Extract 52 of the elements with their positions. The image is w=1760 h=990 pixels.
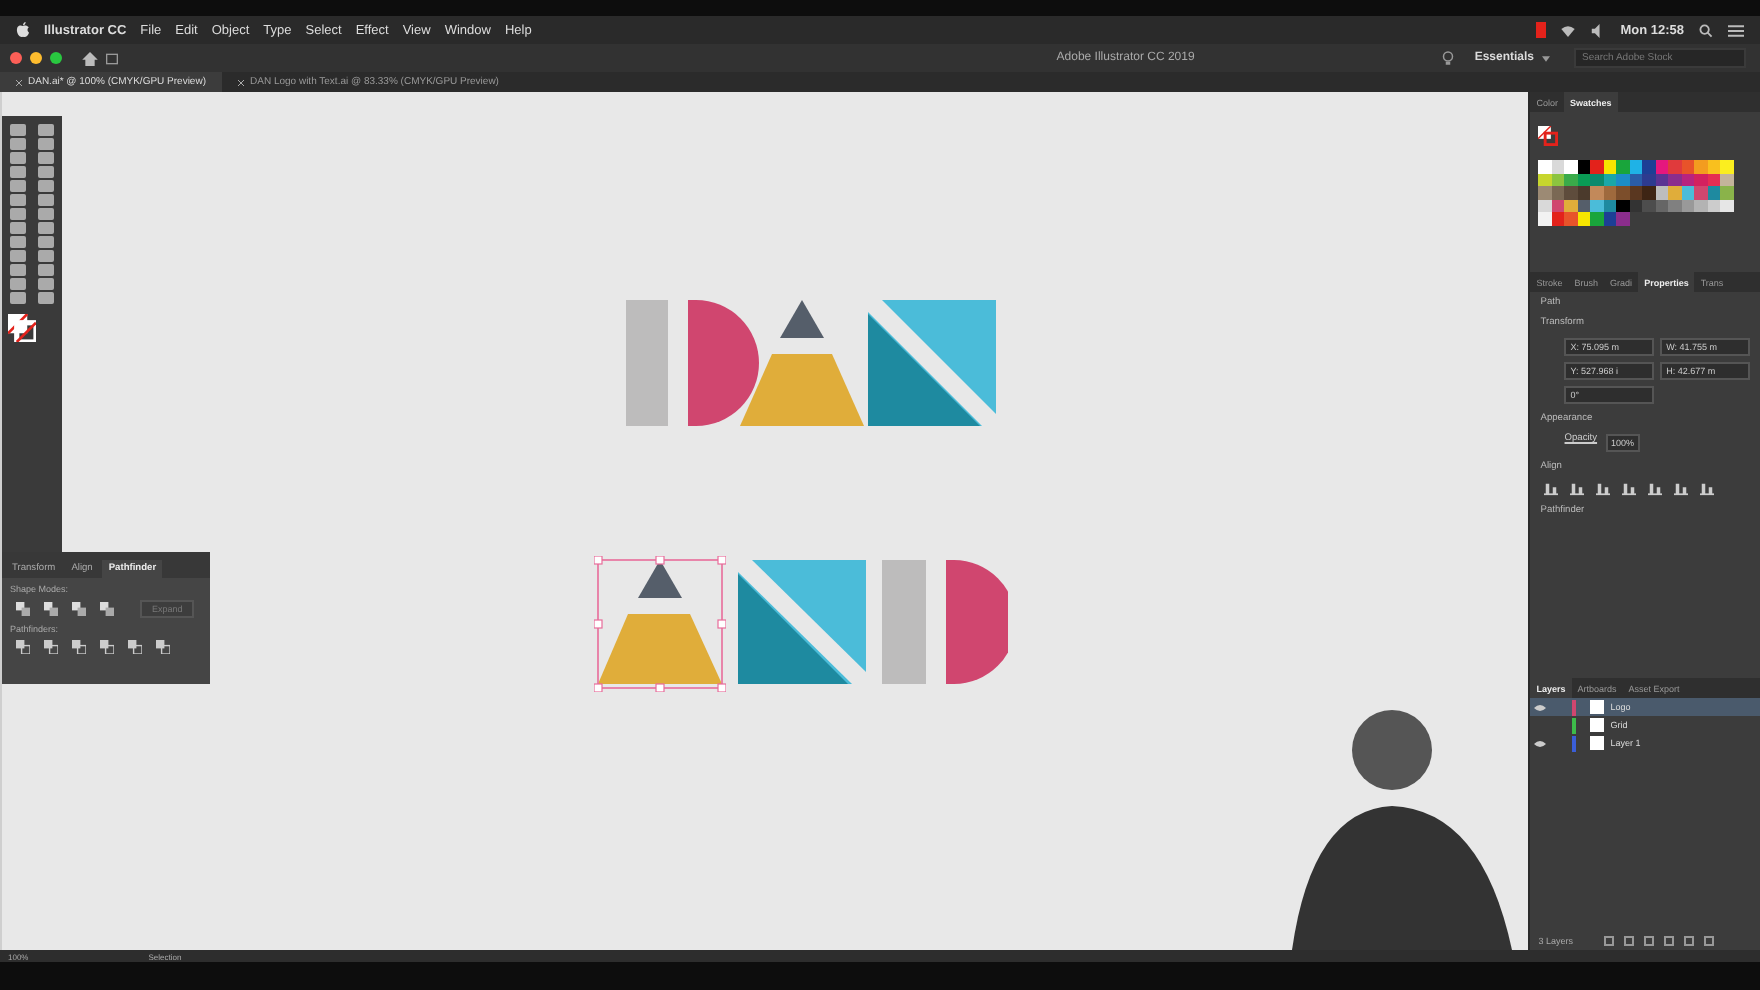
align-icon[interactable]	[1544, 482, 1559, 496]
color-swatch[interactable]	[1564, 186, 1578, 199]
pathfinder-icon[interactable]	[128, 640, 142, 654]
color-swatch[interactable]	[1590, 186, 1604, 199]
close-icon[interactable]	[238, 79, 244, 85]
pathfinder-icon[interactable]	[72, 640, 86, 654]
align-icon[interactable]	[1674, 482, 1689, 496]
eye-icon[interactable]	[1534, 703, 1547, 711]
pathfinder-icon[interactable]	[100, 640, 114, 654]
color-swatch[interactable]	[1668, 186, 1682, 199]
color-swatch[interactable]	[1616, 212, 1630, 225]
zoom-button[interactable]	[50, 52, 62, 64]
fill-stroke-icon[interactable]	[1538, 126, 1559, 146]
align-icon[interactable]	[1622, 482, 1637, 496]
wifi-icon[interactable]	[1560, 23, 1577, 37]
color-swatch[interactable]	[1616, 186, 1630, 199]
align-icon[interactable]	[1570, 482, 1585, 496]
color-swatch[interactable]	[1642, 186, 1656, 199]
align-icon[interactable]	[1596, 482, 1611, 496]
color-swatch[interactable]	[1642, 160, 1656, 173]
color-swatch[interactable]	[1564, 212, 1578, 225]
minimize-button[interactable]	[30, 52, 42, 64]
menu-icon[interactable]	[1728, 23, 1744, 37]
search-icon[interactable]	[1698, 23, 1714, 37]
color-swatch[interactable]	[1538, 212, 1552, 225]
color-swatch[interactable]	[1616, 160, 1630, 173]
align-icon[interactable]	[1648, 482, 1663, 496]
color-swatch[interactable]	[1538, 160, 1552, 173]
pathfinder-icon[interactable]	[16, 640, 30, 654]
layout-icon[interactable]	[106, 51, 122, 65]
color-swatch[interactable]	[1590, 212, 1604, 225]
color-swatch[interactable]	[1590, 160, 1604, 173]
color-swatch[interactable]	[1694, 186, 1708, 199]
lightbulb-icon[interactable]	[1442, 50, 1455, 66]
color-swatch[interactable]	[1668, 160, 1682, 173]
pathfinder-icon[interactable]	[156, 640, 170, 654]
color-swatch[interactable]	[1694, 160, 1708, 173]
color-swatch[interactable]	[1538, 186, 1552, 199]
align-icon[interactable]	[1700, 482, 1715, 496]
close-icon[interactable]	[16, 79, 22, 85]
color-swatch[interactable]	[1564, 160, 1578, 173]
caret-icon[interactable]	[1542, 55, 1550, 61]
close-button[interactable]	[10, 52, 22, 64]
eye-icon[interactable]	[1534, 739, 1547, 747]
color-swatch[interactable]	[1720, 160, 1734, 173]
record-icon[interactable]	[1536, 22, 1547, 38]
home-icon[interactable]	[82, 51, 98, 65]
apple-icon[interactable]	[16, 22, 30, 38]
pathfinder-icon[interactable]	[44, 640, 58, 654]
fill-stroke-icon[interactable]	[8, 314, 36, 342]
selection-bounding-box[interactable]	[594, 556, 726, 692]
color-swatch[interactable]	[1720, 186, 1734, 199]
